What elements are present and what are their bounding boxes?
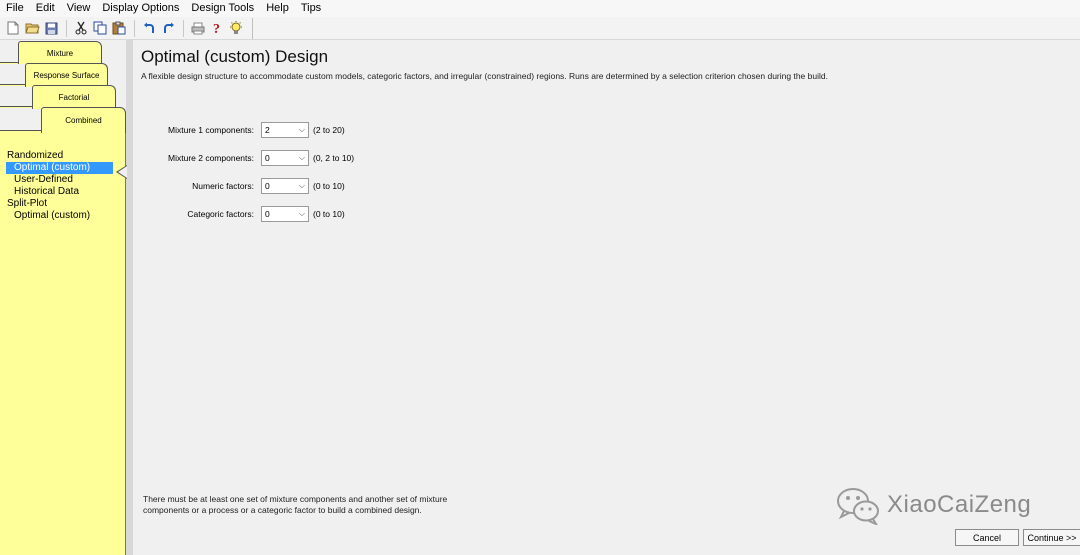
categoric-factors-label: Categoric factors: — [187, 209, 254, 219]
mixture-1-components-value: 2 — [265, 125, 270, 135]
chevron-down-icon: ⌵ — [298, 153, 305, 162]
undo-icon[interactable] — [140, 19, 158, 37]
toolbar-separator — [134, 19, 135, 37]
cut-icon[interactable] — [72, 19, 90, 37]
design-type-panel: Mixture Response Surface Factorial Combi… — [0, 40, 133, 555]
tab-edge — [0, 106, 33, 108]
save-icon[interactable] — [42, 19, 60, 37]
menu-bar: File Edit View Display Options Design To… — [0, 0, 1080, 17]
nav-item-optimal-custom[interactable]: Optimal (custom) — [6, 162, 113, 174]
mixture-2-components-range: (0, 2 to 10) — [313, 153, 355, 163]
combined-design-note: There must be at least one set of mixtur… — [143, 494, 448, 515]
tab-combined[interactable]: Combined — [41, 107, 126, 133]
mixture-1-components-row: Mixture 1 components: 2 ⌵ (2 to 20) — [149, 122, 345, 138]
numeric-factors-range: (0 to 10) — [313, 181, 345, 191]
mixture-2-components-row: Mixture 2 components: 0 ⌵ (0, 2 to 10) — [149, 150, 354, 166]
tab-edge — [0, 62, 19, 64]
numeric-factors-row: Numeric factors: 0 ⌵ (0 to 10) — [149, 178, 345, 194]
page-title: Optimal (custom) Design — [141, 47, 329, 66]
tab-response-surface[interactable]: Response Surface — [25, 63, 108, 87]
open-folder-icon[interactable] — [23, 19, 41, 37]
wechat-logo-icon — [837, 488, 879, 525]
chevron-down-icon: ⌵ — [298, 209, 305, 218]
mixture-1-components-label: Mixture 1 components: — [168, 125, 254, 135]
tip-bulb-icon[interactable] — [227, 19, 245, 37]
nav-item-user-defined[interactable]: User-Defined — [6, 174, 113, 186]
design-main-panel: Optimal (custom) Design A flexible desig… — [141, 40, 1080, 555]
cancel-button[interactable]: Cancel — [955, 529, 1019, 546]
print-icon[interactable] — [189, 19, 207, 37]
menu-file[interactable]: File — [0, 0, 30, 17]
categoric-factors-select[interactable]: 0 ⌵ — [261, 206, 309, 222]
numeric-factors-select[interactable]: 0 ⌵ — [261, 178, 309, 194]
redo-icon[interactable] — [159, 19, 177, 37]
tab-factorial[interactable]: Factorial — [32, 85, 116, 109]
mixture-2-components-select[interactable]: 0 ⌵ — [261, 150, 309, 166]
panel-divider — [126, 40, 133, 555]
toolbar-separator — [183, 19, 184, 37]
toolbar: ? — [0, 17, 1080, 40]
help-icon[interactable]: ? — [208, 19, 226, 37]
nav-item-historical-data[interactable]: Historical Data — [6, 186, 113, 198]
menu-help[interactable]: Help — [260, 0, 295, 17]
selection-pointer — [116, 165, 127, 179]
nav-group-split-plot: Split-Plot — [7, 198, 48, 209]
mixture-1-components-select[interactable]: 2 ⌵ — [261, 122, 309, 138]
categoric-factors-row: Categoric factors: 0 ⌵ (0 to 10) — [149, 206, 345, 222]
copy-icon[interactable] — [91, 19, 109, 37]
paste-icon[interactable] — [110, 19, 128, 37]
mixture-2-components-value: 0 — [265, 153, 270, 163]
design-list: Randomized Optimal (custom) User-Defined… — [6, 150, 113, 222]
tab-edge — [0, 84, 26, 86]
toolbar-separator — [66, 19, 67, 37]
categoric-factors-value: 0 — [265, 209, 270, 219]
numeric-factors-value: 0 — [265, 181, 270, 191]
chevron-down-icon: ⌵ — [298, 181, 305, 190]
new-file-icon[interactable] — [4, 19, 22, 37]
svg-text:?: ? — [213, 22, 220, 35]
tab-mixture[interactable]: Mixture — [18, 41, 102, 64]
menu-tips[interactable]: Tips — [295, 0, 327, 17]
menu-design-tools[interactable]: Design Tools — [185, 0, 260, 17]
page-description: A flexible design structure to accommoda… — [141, 71, 828, 81]
mixture-1-components-range: (2 to 20) — [313, 125, 345, 135]
menu-display-options[interactable]: Display Options — [96, 0, 185, 17]
nav-item-split-plot-optimal-custom[interactable]: Optimal (custom) — [6, 210, 113, 222]
continue-button[interactable]: Continue >> — [1023, 529, 1080, 546]
chevron-down-icon: ⌵ — [298, 125, 305, 134]
menu-edit[interactable]: Edit — [30, 0, 61, 17]
toolbar-end-separator — [252, 17, 253, 39]
watermark: XiaoCaiZeng — [835, 485, 1031, 525]
nav-group-randomized: Randomized — [7, 150, 64, 161]
design-wizard-window: File Edit View Display Options Design To… — [0, 0, 1080, 555]
mixture-2-components-label: Mixture 2 components: — [168, 153, 254, 163]
watermark-text: XiaoCaiZeng — [887, 491, 1032, 518]
menu-view[interactable]: View — [61, 0, 97, 17]
numeric-factors-label: Numeric factors: — [192, 181, 254, 191]
categoric-factors-range: (0 to 10) — [313, 209, 345, 219]
